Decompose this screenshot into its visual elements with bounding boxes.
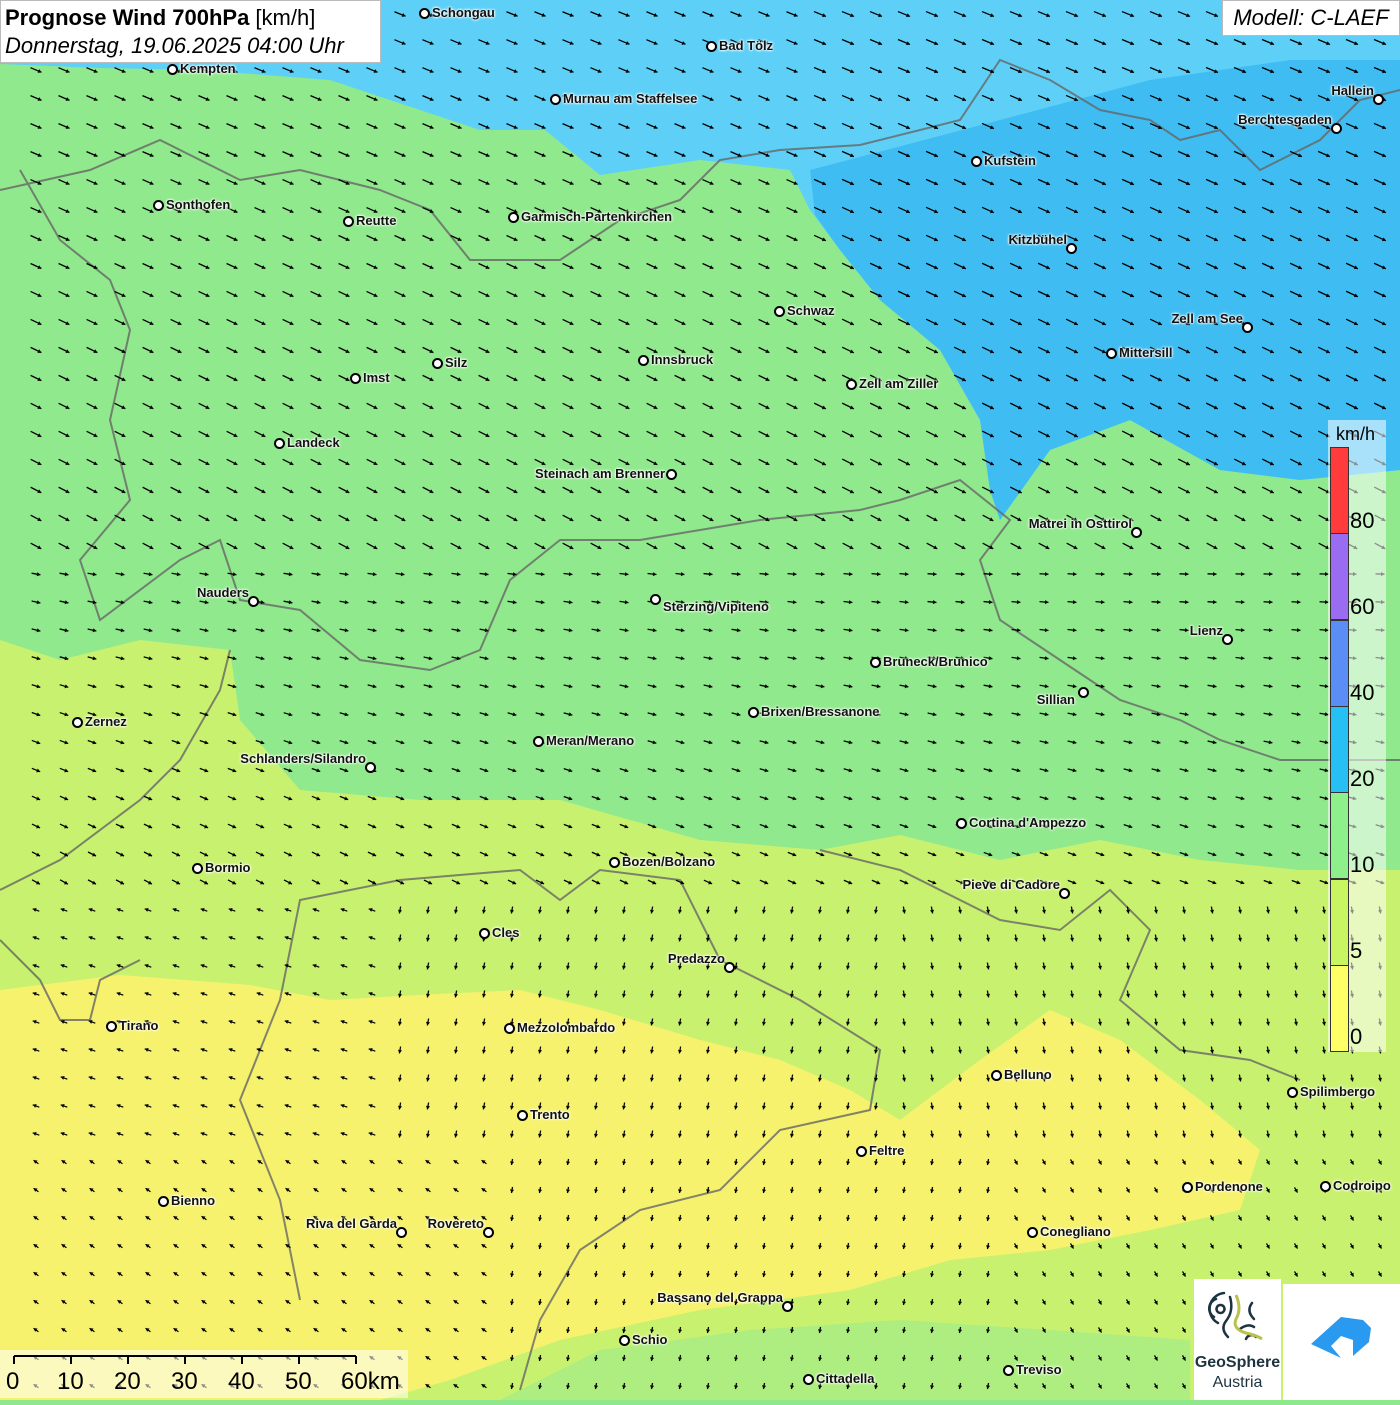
city-label: Berchtesgaden: [1238, 112, 1332, 127]
city-marker[interactable]: [971, 156, 982, 167]
city-label: Zell am Ziller: [859, 376, 938, 391]
city-marker[interactable]: [870, 657, 881, 668]
city-marker[interactable]: [274, 438, 285, 449]
city-marker[interactable]: [343, 216, 354, 227]
city-marker[interactable]: [504, 1023, 515, 1034]
city-marker[interactable]: [167, 64, 178, 75]
city-marker[interactable]: [991, 1070, 1002, 1081]
city-marker[interactable]: [1373, 94, 1384, 105]
city-marker[interactable]: [956, 818, 967, 829]
city-marker[interactable]: [774, 306, 785, 317]
city-marker[interactable]: [517, 1110, 528, 1121]
city-label: Schongau: [432, 5, 495, 20]
city-label: Imst: [363, 370, 390, 385]
city-label: Murnau am Staffelsee: [563, 91, 697, 106]
map-title-unit: [km/h]: [249, 5, 315, 30]
city-label: Cles: [492, 925, 519, 940]
city-label: Mittersill: [1119, 345, 1172, 360]
city-label: Nauders: [197, 585, 249, 600]
city-label: Reutte: [356, 213, 396, 228]
city-label: Trento: [530, 1107, 570, 1122]
city-marker[interactable]: [666, 469, 677, 480]
city-marker[interactable]: [748, 707, 759, 718]
city-label: Innsbruck: [651, 352, 713, 367]
city-label: Landeck: [287, 435, 340, 450]
city-label: Silz: [445, 355, 467, 370]
city-label: Matrei in Osttirol: [1029, 516, 1132, 531]
city-label: Bozen/Bolzano: [622, 854, 715, 869]
city-marker[interactable]: [153, 200, 164, 211]
city-label: Bad Tölz: [719, 38, 773, 53]
map-title: Prognose Wind 700hPa: [5, 5, 249, 30]
city-marker[interactable]: [479, 928, 490, 939]
city-label: Spilimbergo: [1300, 1084, 1375, 1099]
city-label: Cortina d'Ampezzo: [969, 815, 1086, 830]
city-marker[interactable]: [846, 379, 857, 390]
city-marker[interactable]: [1059, 888, 1070, 899]
city-label: Kempten: [180, 61, 236, 76]
city-marker[interactable]: [1182, 1182, 1193, 1193]
city-marker[interactable]: [508, 212, 519, 223]
city-marker[interactable]: [1106, 348, 1117, 359]
model-label: Modell: C-LAEF: [1222, 0, 1400, 36]
city-marker[interactable]: [706, 41, 717, 52]
city-marker[interactable]: [72, 717, 83, 728]
city-marker[interactable]: [1287, 1087, 1298, 1098]
city-label: Tirano: [119, 1018, 159, 1033]
city-marker[interactable]: [1331, 123, 1342, 134]
city-label: Meran/Merano: [546, 733, 634, 748]
forecast-time: Donnerstag, 19.06.2025 04:00 Uhr: [5, 32, 376, 60]
city-label: Schlanders/Silandro: [240, 751, 366, 766]
city-label: Sterzing/Vipiteno: [663, 599, 769, 614]
city-label: Steinach am Brenner: [535, 466, 665, 481]
city-label: Mezzolombardo: [517, 1020, 615, 1035]
city-label: Zernez: [85, 714, 127, 729]
city-marker[interactable]: [1066, 243, 1077, 254]
city-label: Feltre: [869, 1143, 904, 1158]
city-marker[interactable]: [724, 962, 735, 973]
city-label: Kitzbühel: [1009, 232, 1068, 247]
city-label: Hallein: [1331, 83, 1374, 98]
map-title-box: Prognose Wind 700hPa [km/h] Donnerstag, …: [0, 0, 381, 63]
city-marker[interactable]: [248, 596, 259, 607]
city-marker[interactable]: [1131, 527, 1142, 538]
city-marker[interactable]: [1242, 322, 1253, 333]
city-marker[interactable]: [1078, 687, 1089, 698]
city-label: Kufstein: [984, 153, 1036, 168]
city-marker[interactable]: [419, 8, 430, 19]
city-marker[interactable]: [650, 594, 661, 605]
city-label: Lienz: [1190, 623, 1223, 638]
city-marker[interactable]: [1222, 634, 1233, 645]
city-label: Bruneck/Brunico: [883, 654, 988, 669]
city-label: Schwaz: [787, 303, 835, 318]
city-marker[interactable]: [432, 358, 443, 369]
city-label: Brixen/Bressanone: [761, 704, 880, 719]
city-label: Belluno: [1004, 1067, 1052, 1082]
city-label: Zell am See: [1171, 311, 1243, 326]
city-label: Sillian: [1037, 692, 1075, 707]
city-label: Sonthofen: [166, 197, 230, 212]
city-marker[interactable]: [638, 355, 649, 366]
city-label: Garmisch-Partenkirchen: [521, 209, 672, 224]
city-marker[interactable]: [350, 373, 361, 384]
city-label: Predazzo: [668, 951, 725, 966]
city-marker[interactable]: [550, 94, 561, 105]
city-label: Pieve di Cadore: [962, 877, 1060, 892]
city-marker[interactable]: [856, 1146, 867, 1157]
city-marker[interactable]: [609, 857, 620, 868]
city-marker[interactable]: [533, 736, 544, 747]
city-marker[interactable]: [192, 863, 203, 874]
city-label: Bormio: [205, 860, 251, 875]
city-marker[interactable]: [365, 762, 376, 773]
city-marker[interactable]: [106, 1021, 117, 1032]
